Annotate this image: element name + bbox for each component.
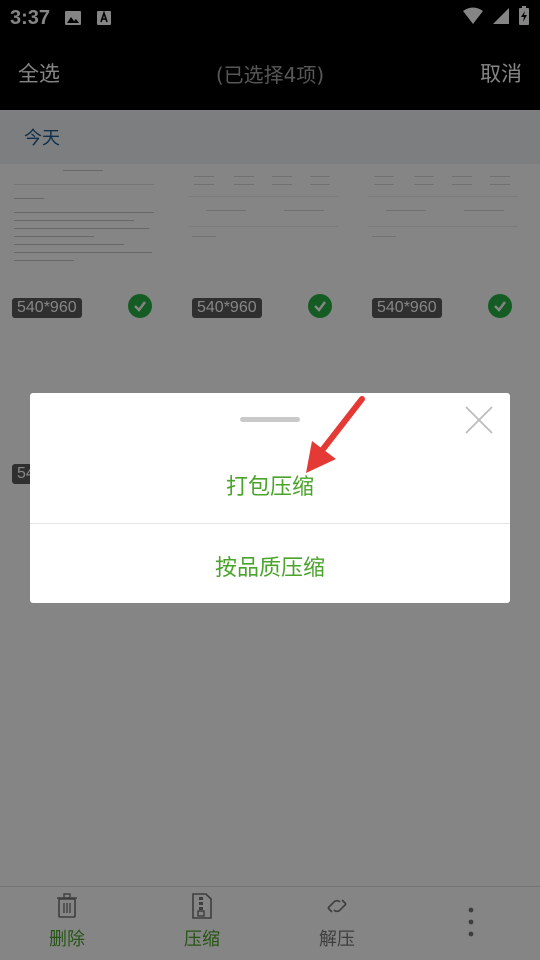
close-icon xyxy=(462,406,496,441)
quality-compress-option[interactable]: 按品质压缩 xyxy=(30,550,510,582)
compress-options-dialog: 打包压缩 按品质压缩 xyxy=(30,393,510,603)
arrow-annotation-icon xyxy=(300,395,370,479)
dialog-divider xyxy=(30,523,510,524)
drag-handle[interactable] xyxy=(240,417,300,422)
close-button[interactable] xyxy=(462,403,496,437)
pack-compress-option[interactable]: 打包压缩 xyxy=(30,469,510,501)
